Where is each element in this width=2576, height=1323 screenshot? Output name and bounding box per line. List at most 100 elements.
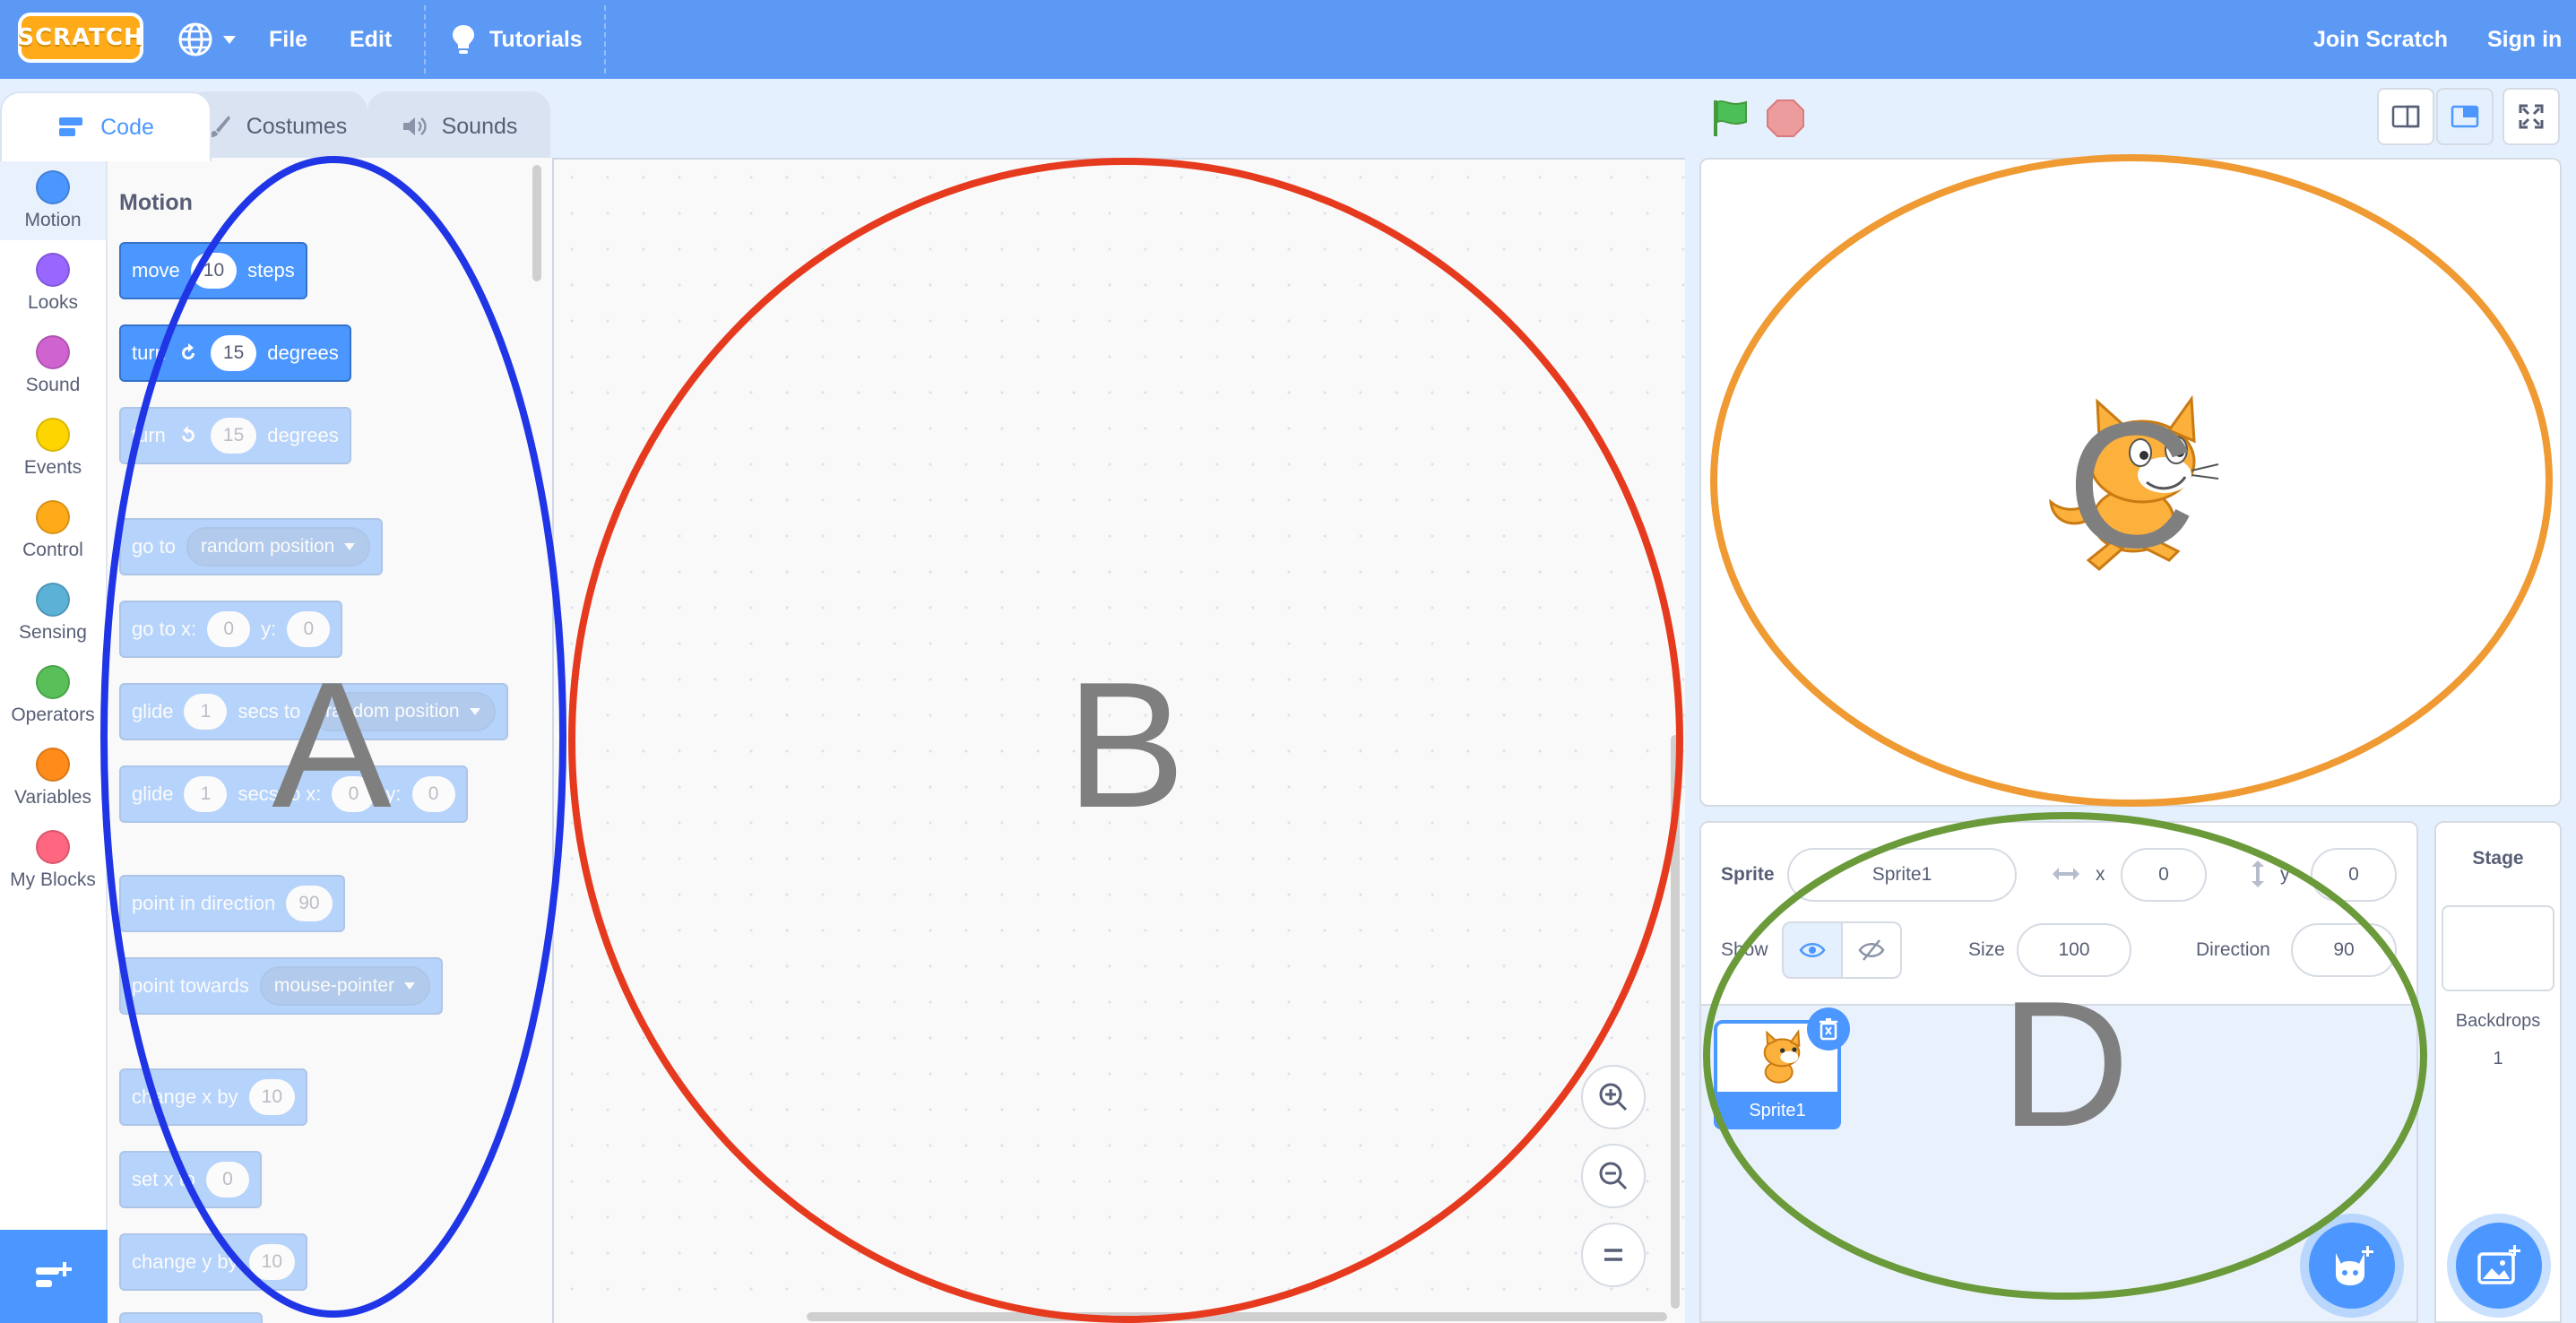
category-motion[interactable]: Motion	[0, 158, 106, 240]
category-sensing[interactable]: Sensing	[0, 570, 106, 653]
block-move-steps[interactable]: move 10 steps	[119, 242, 307, 299]
direction-field[interactable]: 90	[2291, 923, 2397, 977]
zoom-reset-button[interactable]	[1581, 1223, 1646, 1287]
block-input[interactable]: 15	[210, 418, 257, 454]
script-area-horizontal-scrollbar[interactable]	[807, 1312, 1667, 1321]
size-label: Size	[1968, 939, 2005, 960]
scratch-logo[interactable]: SCRATCH	[17, 13, 143, 63]
block-partial[interactable]	[119, 1312, 263, 1323]
block-glide-to[interactable]: glide 1 secs to random position	[119, 683, 508, 740]
category-sound[interactable]: Sound	[0, 323, 106, 405]
tab-code-label: Code	[100, 114, 154, 140]
category-operators[interactable]: Operators	[0, 653, 106, 735]
category-events[interactable]: Events	[0, 405, 106, 488]
block-point-in-direction[interactable]: point in direction 90	[119, 875, 345, 932]
tab-code[interactable]: Code	[0, 91, 212, 161]
edit-menu[interactable]: Edit	[350, 0, 392, 79]
language-menu[interactable]	[177, 0, 237, 79]
file-menu[interactable]: File	[269, 0, 307, 79]
tab-sounds[interactable]: Sounds	[367, 91, 550, 160]
delete-sprite-button[interactable]	[1807, 1007, 1850, 1051]
add-backdrop-button[interactable]	[2456, 1223, 2542, 1309]
zoom-out-button[interactable]	[1581, 1144, 1646, 1208]
size-field[interactable]: 100	[2017, 923, 2131, 977]
block-input[interactable]: 10	[248, 1079, 295, 1115]
sprite-name-field[interactable]: Sprite1	[1787, 848, 2017, 902]
x-field[interactable]: 0	[2121, 848, 2207, 902]
block-go-to-xy[interactable]: go to x: 0 y: 0	[119, 601, 343, 658]
category-color-dot	[36, 583, 70, 617]
sign-in-link[interactable]: Sign in	[2487, 0, 2562, 79]
block-input[interactable]: 0	[287, 611, 331, 647]
category-color-dot	[36, 170, 70, 204]
caret-down-icon	[344, 543, 356, 550]
tutorials-label: Tutorials	[489, 26, 583, 52]
caret-down-icon	[223, 36, 236, 44]
zoom-in-button[interactable]	[1581, 1065, 1646, 1129]
script-area-vertical-scrollbar[interactable]	[1671, 735, 1680, 1309]
category-color-dot	[36, 665, 70, 699]
block-input[interactable]: 0	[207, 611, 251, 647]
block-input[interactable]: 1	[184, 776, 228, 812]
block-word: go to	[132, 535, 176, 558]
block-go-to[interactable]: go to random position	[119, 518, 384, 575]
normal-stage-button[interactable]	[2436, 88, 2494, 145]
show-visible-toggle[interactable]	[1782, 921, 1843, 979]
add-sprite-button[interactable]	[2309, 1223, 2395, 1309]
stop-button[interactable]	[1766, 99, 1805, 138]
category-label: Looks	[27, 292, 79, 313]
join-scratch-link[interactable]: Join Scratch	[2313, 0, 2448, 79]
horizontal-arrow-icon	[2053, 868, 2079, 880]
tab-costumes[interactable]: Costumes	[185, 91, 367, 160]
category-color-dot	[36, 253, 70, 287]
block-input[interactable]: 15	[210, 335, 257, 371]
block-point-towards[interactable]: point towards mouse-pointer	[119, 957, 444, 1015]
block-change-x[interactable]: change x by 10	[119, 1068, 307, 1126]
y-field[interactable]: 0	[2311, 848, 2397, 902]
category-label: Events	[23, 457, 82, 478]
backdrop-thumbnail[interactable]	[2442, 905, 2554, 991]
block-dropdown[interactable]: random position	[311, 692, 496, 731]
show-hidden-toggle[interactable]	[1841, 921, 1902, 979]
x-label: x	[2096, 864, 2105, 885]
block-glide-xy[interactable]: glide 1 secs to x: 0 y: 0	[119, 765, 468, 823]
palette-scrollbar[interactable]	[532, 165, 541, 281]
category-menu: Motion Looks Sound Events Control Sensin…	[0, 158, 108, 1323]
block-word: y:	[261, 618, 277, 640]
green-flag-button[interactable]	[1708, 97, 1751, 140]
sprite-cat[interactable]	[2035, 385, 2223, 574]
block-input[interactable]: 0	[205, 1162, 249, 1198]
block-input[interactable]: 10	[190, 253, 238, 289]
block-input[interactable]: 10	[248, 1244, 295, 1280]
block-set-x[interactable]: set x to 0	[119, 1151, 262, 1208]
block-dropdown[interactable]: mouse-pointer	[259, 966, 431, 1006]
zoom-reset-icon	[1604, 1249, 1622, 1261]
category-looks[interactable]: Looks	[0, 240, 106, 323]
sprite-name-label: Sprite	[1721, 864, 1775, 885]
fullscreen-button[interactable]	[2503, 88, 2560, 145]
block-word: point in direction	[132, 892, 276, 914]
block-input[interactable]: 1	[184, 694, 228, 730]
show-label: Show	[1721, 939, 1768, 960]
trash-icon	[1820, 1018, 1837, 1041]
eye-icon	[1799, 943, 1826, 957]
block-word: degrees	[267, 424, 339, 446]
block-turn-left[interactable]: turn 15 degrees	[119, 407, 351, 464]
block-word: secs to	[238, 700, 301, 722]
block-dropdown[interactable]: random position	[186, 527, 371, 566]
block-input[interactable]: 90	[286, 886, 333, 921]
block-input[interactable]: 0	[332, 776, 376, 812]
block-input[interactable]: 0	[411, 776, 455, 812]
small-stage-button[interactable]	[2377, 88, 2434, 145]
category-color-dot	[36, 830, 70, 864]
category-control[interactable]: Control	[0, 488, 106, 570]
block-turn-right[interactable]: turn 15 degrees	[119, 324, 351, 382]
category-my-blocks[interactable]: My Blocks	[0, 817, 106, 900]
script-area[interactable]	[554, 158, 1685, 1323]
tutorials-menu[interactable]: Tutorials	[448, 0, 583, 79]
category-label: Variables	[14, 787, 91, 808]
block-change-y[interactable]: change y by 10	[119, 1233, 307, 1291]
category-variables[interactable]: Variables	[0, 735, 106, 817]
add-extension-button[interactable]	[0, 1230, 108, 1323]
sprite-cat-thumbnail	[1763, 1029, 1801, 1084]
